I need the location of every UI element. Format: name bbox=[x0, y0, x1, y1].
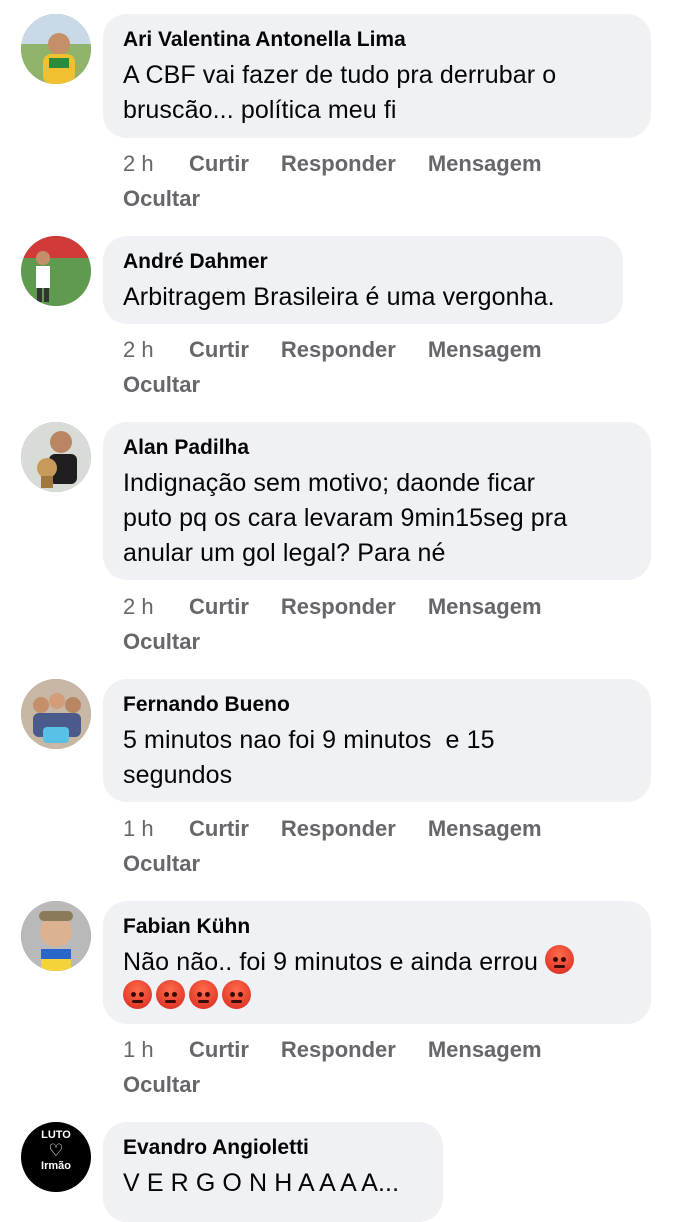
avatar[interactable] bbox=[21, 679, 91, 749]
heart-icon: ♡ bbox=[48, 1141, 64, 1160]
comment-text: Arbitragem Brasileira é uma vergonha. bbox=[123, 283, 555, 311]
avatar[interactable] bbox=[21, 901, 91, 971]
comment-actions: 2 h Curtir Responder Mensagem Ocultar bbox=[123, 589, 574, 659]
reply-button[interactable]: Responder bbox=[281, 811, 396, 846]
comment-bubble: Alan Padilha Indignação sem motivo; daon… bbox=[103, 422, 651, 580]
reply-button[interactable]: Responder bbox=[281, 1032, 396, 1067]
message-button[interactable]: Mensagem bbox=[428, 589, 542, 624]
like-button[interactable]: Curtir bbox=[189, 1032, 249, 1067]
angry-emoji bbox=[123, 980, 152, 1009]
comment-time[interactable]: 1 h bbox=[123, 1032, 189, 1067]
comment-time[interactable]: 2 h bbox=[123, 146, 189, 181]
comment-author[interactable]: Fernando Bueno bbox=[123, 692, 629, 718]
comment-time[interactable]: 2 h bbox=[123, 589, 189, 624]
comment-bubble: Ari Valentina Antonella Lima A CBF vai f… bbox=[103, 14, 651, 138]
like-button[interactable]: Curtir bbox=[189, 146, 249, 181]
comment-bubble: Fernando Bueno 5 minutos nao foi 9 minut… bbox=[103, 679, 651, 802]
comment-text: A CBF vai fazer de tudo pra derrubar o b… bbox=[123, 61, 557, 124]
comment-text: Indignação sem motivo; daonde ficar puto… bbox=[123, 469, 568, 567]
luto-sublabel: Irmão bbox=[41, 1160, 71, 1172]
comment-bubble: Fabian Kühn Não não.. foi 9 minutos e ai… bbox=[103, 901, 651, 1024]
like-button[interactable]: Curtir bbox=[189, 332, 249, 367]
reply-button[interactable]: Responder bbox=[281, 332, 396, 367]
message-button[interactable]: Mensagem bbox=[428, 332, 542, 367]
hide-button[interactable]: Ocultar bbox=[123, 181, 574, 216]
avatar[interactable]: LUTO ♡ Irmão bbox=[21, 1122, 91, 1192]
angry-emoji bbox=[189, 980, 218, 1009]
comment-bubble: André Dahmer Arbitragem Brasileira é uma… bbox=[103, 236, 623, 324]
comment-text: Não não.. foi 9 minutos e ainda errou bbox=[123, 945, 629, 1015]
comment-author[interactable]: Ari Valentina Antonella Lima bbox=[123, 27, 629, 53]
reply-button[interactable]: Responder bbox=[281, 146, 396, 181]
comment-actions: 1 h Curtir Responder Mensagem Ocultar bbox=[123, 811, 574, 881]
comment-actions: 1 h Curtir Responder Mensagem Ocultar bbox=[123, 1032, 574, 1102]
avatar[interactable] bbox=[21, 236, 91, 306]
comment-time[interactable]: 2 h bbox=[123, 332, 189, 367]
hide-button[interactable]: Ocultar bbox=[123, 1067, 574, 1102]
avatar[interactable] bbox=[21, 14, 91, 84]
message-button[interactable]: Mensagem bbox=[428, 146, 542, 181]
angry-emoji bbox=[156, 980, 185, 1009]
comment-actions: 2 h Curtir Responder Mensagem Ocultar bbox=[123, 146, 574, 216]
hide-button[interactable]: Ocultar bbox=[123, 624, 574, 659]
comment-author[interactable]: Fabian Kühn bbox=[123, 914, 629, 940]
avatar[interactable] bbox=[21, 422, 91, 492]
reply-button[interactable]: Responder bbox=[281, 589, 396, 624]
message-button[interactable]: Mensagem bbox=[428, 811, 542, 846]
comment-author[interactable]: Evandro Angioletti bbox=[123, 1135, 421, 1161]
luto-avatar: LUTO ♡ Irmão bbox=[21, 1122, 91, 1192]
hide-button[interactable]: Ocultar bbox=[123, 367, 574, 402]
comment-text: V E R G O N H A A A A... bbox=[123, 1169, 400, 1197]
comment-author[interactable]: André Dahmer bbox=[123, 249, 601, 275]
comment-actions: 2 h Curtir Responder Mensagem Ocultar bbox=[123, 332, 574, 402]
comment-bubble: Evandro Angioletti V E R G O N H A A A A… bbox=[103, 1122, 443, 1222]
like-button[interactable]: Curtir bbox=[189, 811, 249, 846]
comment-text: 5 minutos nao foi 9 minutos e 15 segundo… bbox=[123, 726, 495, 789]
angry-emoji bbox=[222, 980, 251, 1009]
angry-emoji bbox=[545, 945, 575, 974]
message-button[interactable]: Mensagem bbox=[428, 1032, 542, 1067]
comment-author[interactable]: Alan Padilha bbox=[123, 435, 629, 461]
like-button[interactable]: Curtir bbox=[189, 589, 249, 624]
comment-time[interactable]: 1 h bbox=[123, 811, 189, 846]
hide-button[interactable]: Ocultar bbox=[123, 846, 574, 881]
